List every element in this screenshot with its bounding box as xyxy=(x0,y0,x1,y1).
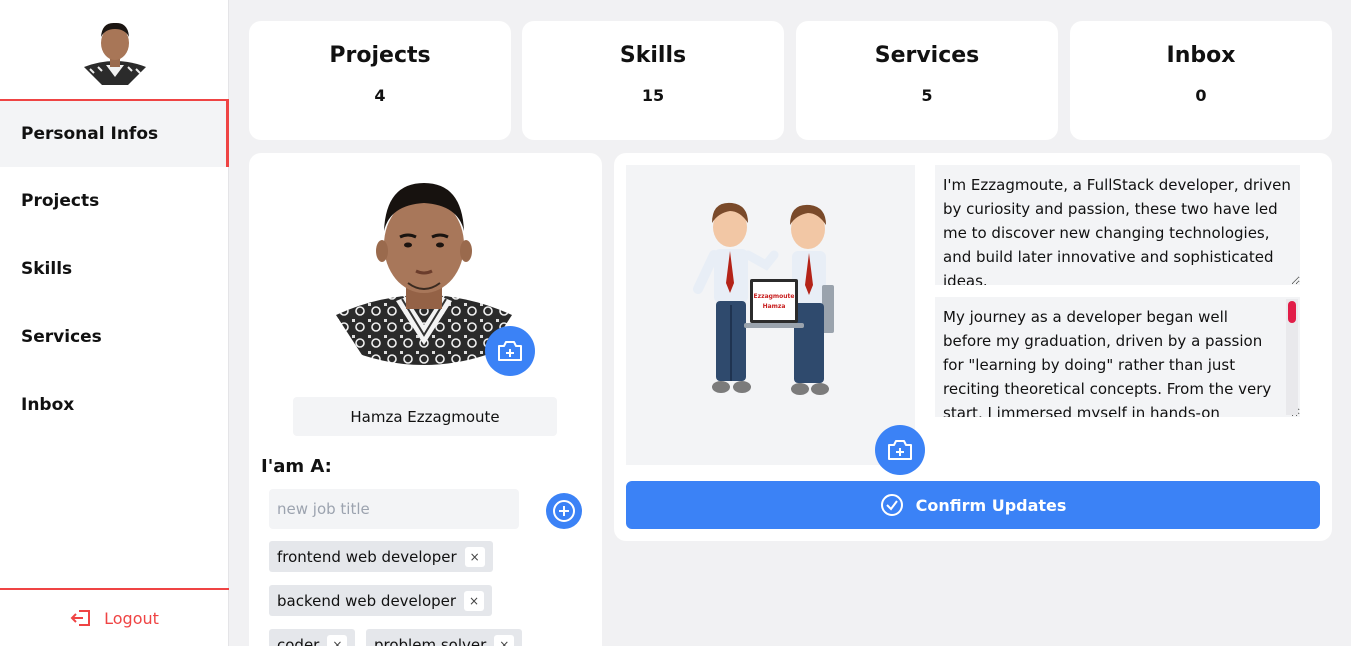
sidebar-item-label: Personal Infos xyxy=(21,124,159,144)
sidebar-item-label: Services xyxy=(21,327,102,347)
job-title-text: coder xyxy=(277,635,320,646)
stat-card-services: Services 5 xyxy=(796,21,1058,140)
job-title-tag: frontend web developer × xyxy=(269,541,493,572)
confirm-updates-button[interactable]: Confirm Updates xyxy=(626,481,1320,529)
stat-title: Skills xyxy=(619,43,687,68)
remove-tag-button[interactable]: × xyxy=(464,546,485,567)
sidebar-item-label: Skills xyxy=(21,259,73,279)
logout-button[interactable]: Logout xyxy=(0,588,229,646)
sidebar-item-skills[interactable]: Skills xyxy=(0,235,229,303)
stat-card-inbox: Inbox 0 xyxy=(1070,21,1332,140)
logout-label: Logout xyxy=(104,608,159,628)
sidebar-item-label: Inbox xyxy=(21,395,75,415)
about-illustration: Ezzagmoute Hamza xyxy=(626,165,915,465)
check-circle-icon xyxy=(880,494,903,516)
sidebar-avatar xyxy=(84,22,146,85)
change-illustration-button[interactable] xyxy=(875,425,925,475)
change-profile-photo-button[interactable] xyxy=(485,326,535,376)
job-title-tag: backend web developer × xyxy=(269,585,493,616)
about-card: Ezzagmoute Hamza I'm Ezzagmoute, a FullS… xyxy=(614,153,1332,541)
remove-tag-button[interactable]: × xyxy=(464,590,485,611)
stat-title: Inbox xyxy=(1166,43,1236,68)
iam-heading: I'am A: xyxy=(261,456,332,477)
job-title-tag: coder × xyxy=(269,629,356,646)
sidebar-item-projects[interactable]: Projects xyxy=(0,167,229,235)
stat-value: 5 xyxy=(921,86,933,105)
journey-scrollbar[interactable] xyxy=(1286,299,1298,415)
laptop-text-line: Hamza xyxy=(763,303,786,310)
journey-textarea[interactable]: My journey as a developer began well bef… xyxy=(935,297,1300,417)
stat-value: 4 xyxy=(374,86,386,105)
profile-card: I'am A: frontend web developer × backend… xyxy=(249,153,602,646)
laptop-text-line: Ezzagmoute xyxy=(753,293,794,300)
sidebar-item-inbox[interactable]: Inbox xyxy=(0,371,229,439)
job-title-text: problem solver xyxy=(374,635,487,646)
sidebar-item-services[interactable]: Services xyxy=(0,303,229,371)
job-title-text: backend web developer xyxy=(277,591,457,610)
camera-plus-icon xyxy=(888,440,912,460)
name-field[interactable] xyxy=(293,397,557,436)
remove-tag-button[interactable]: × xyxy=(494,634,515,646)
confirm-updates-label: Confirm Updates xyxy=(915,495,1067,515)
camera-plus-icon xyxy=(498,341,522,361)
stat-card-skills: Skills 15 xyxy=(522,21,784,140)
plus-circle-icon xyxy=(553,500,575,522)
sidebar-item-personal-infos[interactable]: Personal Infos xyxy=(0,99,229,167)
sidebar-nav: Personal Infos Projects Skills Services … xyxy=(0,99,229,439)
stat-title: Services xyxy=(874,43,980,68)
stat-value: 0 xyxy=(1195,86,1207,105)
developers-illustration: Ezzagmoute Hamza xyxy=(693,202,834,395)
intro-textarea[interactable]: I'm Ezzagmoute, a FullStack developer, d… xyxy=(935,165,1300,285)
job-title-text: frontend web developer xyxy=(277,547,457,566)
profile-photo xyxy=(336,183,512,365)
sidebar-item-label: Projects xyxy=(21,191,100,211)
stat-value: 15 xyxy=(641,86,665,105)
job-title-tag: problem solver × xyxy=(366,629,523,646)
job-title-input[interactable] xyxy=(269,489,519,529)
sidebar: Personal Infos Projects Skills Services … xyxy=(0,0,229,646)
stat-card-projects: Projects 4 xyxy=(249,21,511,140)
remove-tag-button[interactable]: × xyxy=(327,634,348,646)
scrollbar-thumb[interactable] xyxy=(1288,301,1296,323)
stat-title: Projects xyxy=(329,43,431,68)
logout-icon xyxy=(70,610,91,626)
add-job-title-button[interactable] xyxy=(546,493,582,529)
